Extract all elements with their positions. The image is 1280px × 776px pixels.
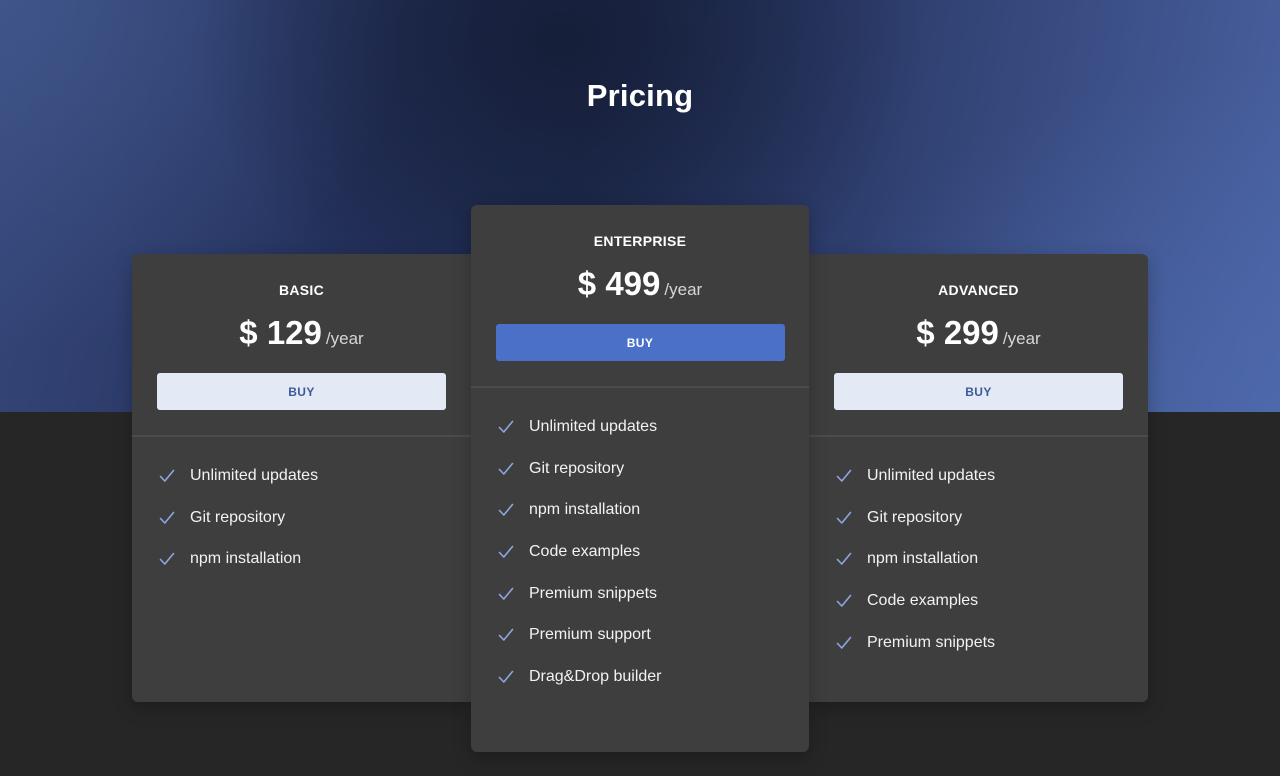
check-icon	[836, 511, 852, 524]
feature-item: Premium support	[471, 614, 809, 656]
check-icon	[498, 462, 514, 475]
plan-price: $ 129	[239, 314, 322, 351]
check-icon	[836, 553, 852, 566]
check-icon	[498, 504, 514, 517]
feature-item: Premium snippets	[809, 622, 1148, 664]
check-icon	[159, 553, 175, 566]
feature-label: Code examples	[867, 592, 979, 610]
feature-item: Unlimited updates	[132, 455, 471, 497]
plan-period: /year	[1002, 329, 1041, 348]
pricing-card-enterprise: ENTERPRISE $ 499/year BUY Unlimited upda…	[471, 205, 809, 752]
feature-item: Git repository	[471, 448, 809, 490]
check-icon	[159, 469, 175, 482]
buy-button-advanced[interactable]: BUY	[834, 373, 1123, 410]
check-icon	[498, 587, 514, 600]
page-title: Pricing	[586, 78, 694, 113]
buy-button-enterprise[interactable]: BUY	[495, 324, 785, 361]
feature-label: npm installation	[529, 501, 641, 519]
feature-label: Unlimited updates	[867, 467, 996, 484]
feature-item: npm installation	[809, 538, 1148, 580]
check-icon	[498, 545, 514, 558]
feature-list: Unlimited updates Git repository npm insta…	[132, 437, 471, 580]
check-icon	[836, 636, 852, 649]
check-icon	[498, 420, 514, 433]
check-icon	[159, 511, 175, 524]
plan-name: BASIC	[278, 282, 325, 298]
feature-list: Unlimited updates Git repository npm insta…	[471, 388, 809, 698]
check-icon	[836, 469, 852, 482]
price-row: $ 499/year	[471, 264, 809, 304]
plan-price: $ 499	[577, 265, 661, 302]
check-icon	[498, 629, 514, 642]
feature-item: Premium snippets	[471, 573, 809, 615]
pricing-page: Pricing BASIC $ 129/year BUY Unlimited u…	[0, 0, 1280, 776]
feature-item: Code examples	[471, 531, 809, 573]
feature-item: Git repository	[809, 497, 1148, 539]
price-row: $ 129/year	[132, 313, 471, 353]
feature-item: npm installation	[132, 538, 471, 580]
feature-label: Premium snippets	[867, 633, 996, 651]
plan-name: ENTERPRISE	[593, 233, 687, 249]
pricing-card-basic: BASIC $ 129/year BUY Unlimited updates Gi…	[132, 254, 471, 702]
feature-item: Code examples	[809, 580, 1148, 622]
plan-price: $ 299	[916, 314, 999, 351]
feature-item: Unlimited updates	[471, 406, 809, 448]
feature-label: Git repository	[867, 508, 963, 526]
feature-item: Drag&Drop builder	[471, 656, 809, 698]
feature-item: npm installation	[471, 489, 809, 531]
plan-period: /year	[325, 329, 364, 348]
plan-period: /year	[664, 280, 703, 299]
check-icon	[836, 594, 852, 607]
feature-label: Drag&Drop builder	[529, 668, 662, 686]
feature-item: Unlimited updates	[809, 455, 1148, 497]
feature-label: Code examples	[529, 543, 641, 561]
feature-label: Git repository	[190, 508, 286, 526]
check-icon	[498, 670, 514, 683]
feature-label: Premium snippets	[529, 584, 658, 602]
feature-label: Unlimited updates	[529, 418, 658, 435]
feature-label: Git repository	[529, 459, 625, 477]
feature-label: Premium support	[529, 626, 651, 644]
feature-label: npm installation	[867, 550, 979, 568]
plan-name: ADVANCED	[938, 282, 1019, 298]
feature-item: Git repository	[132, 497, 471, 539]
feature-list: Unlimited updates Git repository npm insta…	[809, 437, 1148, 663]
pricing-card-advanced: ADVANCED $ 299/year BUY Unlimited update…	[809, 254, 1148, 702]
feature-label: Unlimited updates	[190, 467, 319, 484]
price-row: $ 299/year	[809, 313, 1148, 353]
buy-button-basic[interactable]: BUY	[157, 373, 446, 410]
feature-label: npm installation	[190, 550, 302, 568]
